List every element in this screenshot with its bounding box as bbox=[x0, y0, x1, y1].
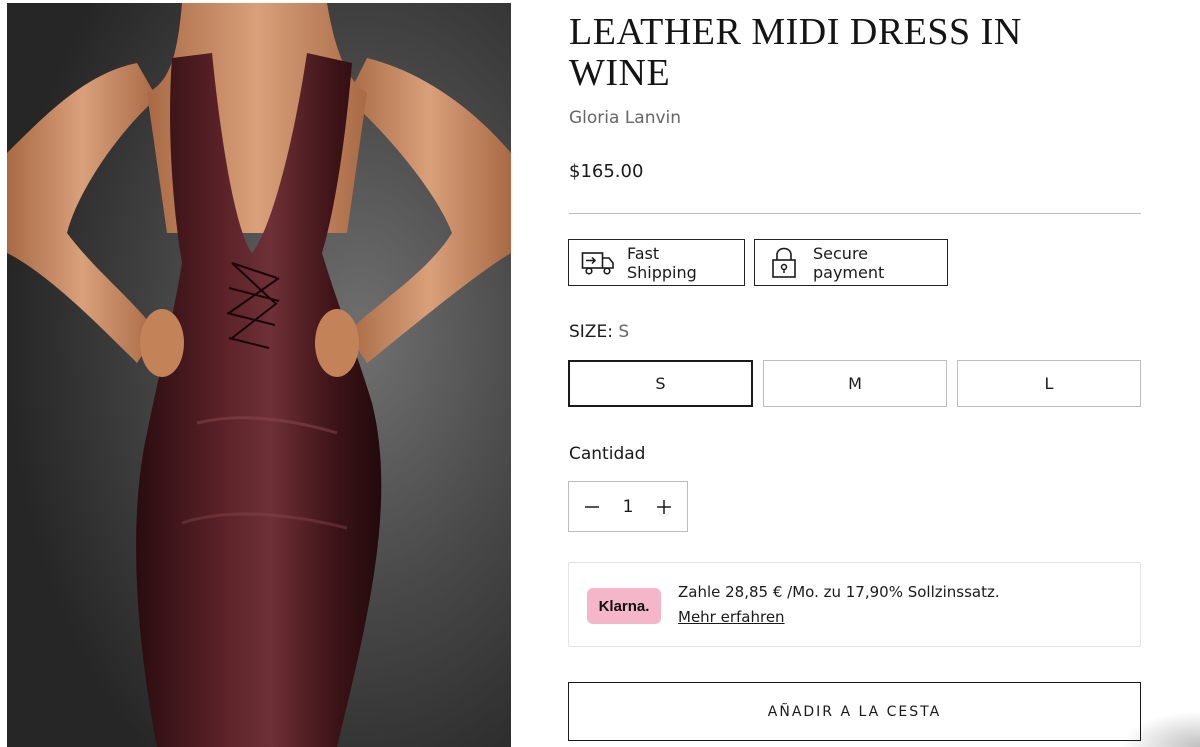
product-vendor: Gloria Lanvin bbox=[569, 108, 682, 128]
secure-payment-badge: Secure payment bbox=[754, 239, 948, 286]
plus-icon bbox=[656, 499, 671, 514]
truck-icon bbox=[581, 251, 614, 275]
product-title: LEATHER MIDI DRESS IN WINE bbox=[569, 11, 1022, 94]
fast-shipping-label: Fast Shipping bbox=[627, 243, 697, 282]
divider bbox=[569, 213, 1141, 214]
quantity-increment-button[interactable] bbox=[649, 492, 679, 522]
klarna-widget: Klarna. Zahle 28,85 € /Mo. zu 17,90% Sol… bbox=[568, 562, 1141, 647]
size-label-text: SIZE: bbox=[569, 322, 613, 342]
minus-icon bbox=[585, 505, 599, 508]
lock-icon bbox=[772, 247, 796, 278]
klarna-message: Zahle 28,85 € /Mo. zu 17,90% Sollzinssat… bbox=[678, 583, 1000, 601]
quantity-decrement-button[interactable] bbox=[577, 492, 607, 522]
klarna-logo: Klarna. bbox=[587, 588, 661, 624]
quantity-input[interactable]: 1 bbox=[623, 497, 634, 517]
size-option-m[interactable]: M bbox=[763, 360, 947, 407]
product-image[interactable] bbox=[7, 3, 511, 747]
size-option-l[interactable]: L bbox=[957, 360, 1141, 407]
fast-shipping-badge: Fast Shipping bbox=[568, 239, 745, 286]
quantity-label: Cantidad bbox=[569, 444, 646, 464]
klarna-learn-more-link[interactable]: Mehr erfahren bbox=[678, 608, 785, 626]
dress-photo bbox=[7, 3, 511, 747]
add-to-cart-button[interactable]: AÑADIR A LA CESTA bbox=[568, 682, 1141, 741]
quantity-stepper: 1 bbox=[568, 481, 688, 532]
size-label: SIZE: S bbox=[569, 322, 629, 342]
product-price: $165.00 bbox=[569, 161, 644, 182]
secure-payment-label: Secure payment bbox=[813, 243, 885, 282]
size-selected-value: S bbox=[618, 322, 630, 342]
size-option-s[interactable]: S bbox=[568, 360, 753, 407]
